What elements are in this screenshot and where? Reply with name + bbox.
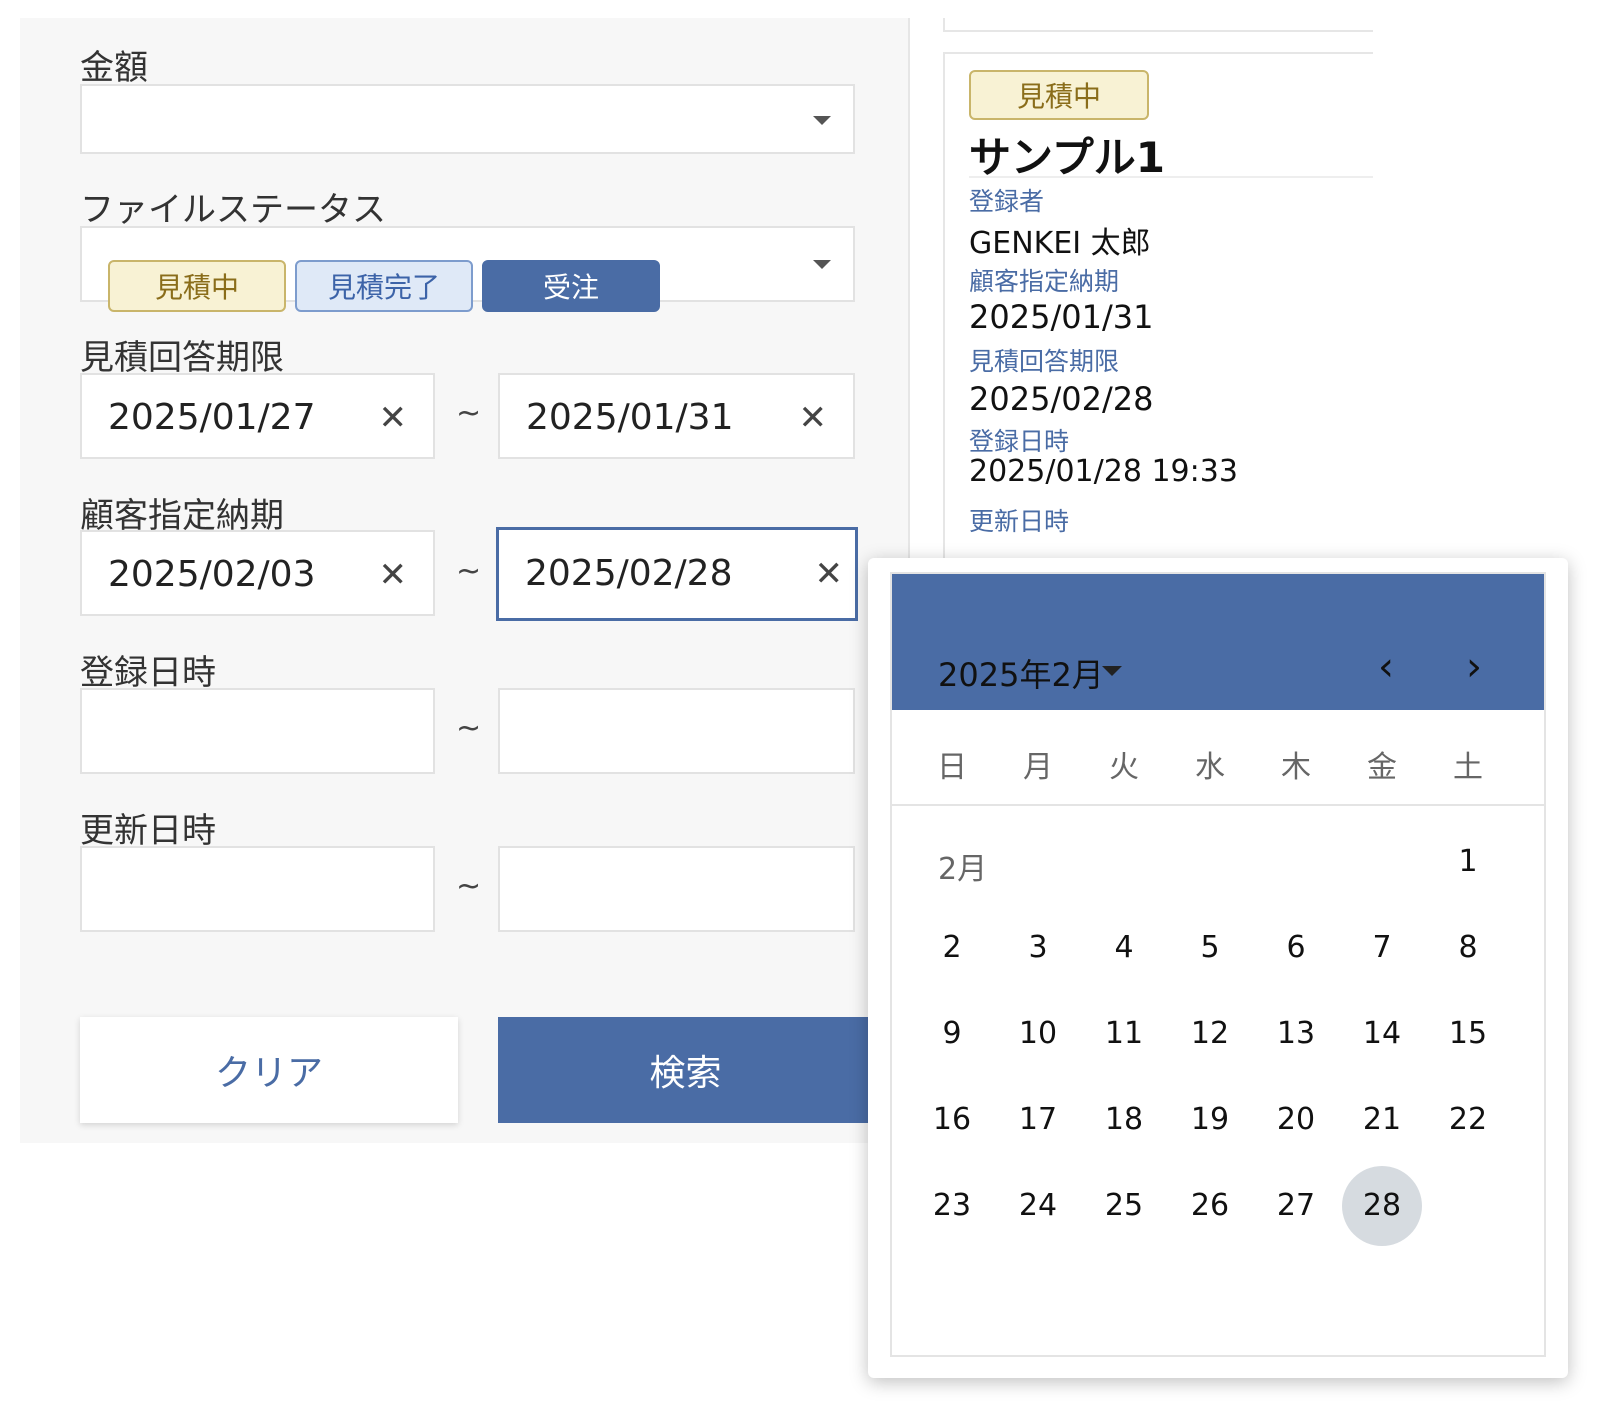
customer-due-detail-value: 2025/01/31 — [969, 298, 1154, 336]
chevron-down-icon — [813, 116, 831, 125]
day-cell[interactable]: 4 — [1084, 908, 1164, 988]
date-picker-header: 2025年2月 ‹ › — [892, 574, 1544, 710]
status-chip-estimate-done[interactable]: 見積完了 — [295, 260, 473, 312]
weekday-label: 月 — [1023, 750, 1053, 785]
registered-at-from-input[interactable] — [80, 688, 435, 774]
quote-deadline-to-input[interactable]: 2025/01/31 ✕ — [498, 373, 855, 459]
status-chip-estimating[interactable]: 見積中 — [108, 260, 286, 312]
day-cell[interactable]: 8 — [1428, 908, 1508, 988]
day-cell[interactable]: 7 — [1342, 908, 1422, 988]
day-cell[interactable]: 26 — [1170, 1166, 1250, 1246]
divider — [892, 804, 1544, 806]
divider — [969, 176, 1373, 178]
day-cell[interactable]: 3 — [998, 908, 1078, 988]
clear-icon[interactable]: ✕ — [799, 375, 828, 461]
result-card[interactable]: 見積中 サンプル1 登録者 GENKEI 太郎 顧客指定納期 2025/01/3… — [943, 52, 1373, 584]
updated-at-label: 更新日時 — [80, 811, 216, 851]
registered-at-to-input[interactable] — [498, 688, 855, 774]
chevron-down-icon[interactable] — [1102, 666, 1122, 676]
range-separator: ~ — [456, 711, 482, 746]
clear-icon[interactable]: ✕ — [815, 530, 844, 618]
day-cell[interactable]: 9 — [912, 994, 992, 1074]
day-cell[interactable]: 18 — [1084, 1080, 1164, 1160]
day-cell[interactable]: 19 — [1170, 1080, 1250, 1160]
day-cell[interactable]: 25 — [1084, 1166, 1164, 1246]
day-cell[interactable]: 15 — [1428, 994, 1508, 1074]
day-cell[interactable]: 2 — [912, 908, 992, 988]
customer-due-detail-label: 顧客指定納期 — [969, 267, 1120, 296]
file-status-label: ファイルステータス — [80, 190, 386, 230]
date-picker-body: 2025年2月 ‹ › 日月火水木金土 2月 1 2 3 4 5 6 7 8 9 10 11 12 13… — [890, 572, 1546, 1357]
amount-select[interactable] — [80, 84, 855, 154]
status-chip-order[interactable]: 受注 — [482, 260, 660, 312]
day-cell[interactable]: 17 — [998, 1080, 1078, 1160]
panel-divider — [908, 18, 910, 578]
day-cell[interactable]: 1 — [1428, 822, 1508, 902]
amount-label: 金額 — [80, 48, 148, 88]
weekday-label: 金 — [1367, 750, 1397, 785]
registered-at-label: 登録日時 — [80, 653, 216, 693]
registered-at-detail-value: 2025/01/28 19:33 — [969, 454, 1238, 489]
weekday-label: 木 — [1281, 750, 1311, 785]
customer-due-from-value: 2025/02/03 — [108, 554, 316, 595]
day-cell[interactable]: 6 — [1256, 908, 1336, 988]
weekday-label: 火 — [1109, 750, 1139, 785]
quote-deadline-detail-label: 見積回答期限 — [969, 347, 1120, 376]
month-year-selector[interactable]: 2025年2月 — [938, 650, 1104, 696]
range-separator: ~ — [456, 396, 482, 431]
quote-deadline-to-value: 2025/01/31 — [526, 397, 734, 438]
clear-button[interactable]: クリア — [80, 1017, 458, 1123]
day-cell[interactable]: 16 — [912, 1080, 992, 1160]
weekday-label: 日 — [937, 750, 967, 785]
day-cell[interactable]: 22 — [1428, 1080, 1508, 1160]
clear-icon[interactable]: ✕ — [379, 375, 408, 461]
clear-icon[interactable]: ✕ — [379, 532, 408, 618]
quote-deadline-from-value: 2025/01/27 — [108, 397, 316, 438]
day-cell[interactable]: 13 — [1256, 994, 1336, 1074]
customer-due-to-input[interactable]: 2025/02/28 ✕ — [496, 527, 858, 621]
day-cell[interactable]: 14 — [1342, 994, 1422, 1074]
chevron-left-icon[interactable]: ‹ — [1378, 644, 1394, 690]
chevron-down-icon — [813, 260, 831, 269]
day-cell[interactable]: 11 — [1084, 994, 1164, 1074]
updated-at-detail-label: 更新日時 — [969, 507, 1070, 536]
updated-at-from-input[interactable] — [80, 846, 435, 932]
search-button[interactable]: 検索 — [498, 1017, 873, 1123]
day-cell[interactable]: 10 — [998, 994, 1078, 1074]
day-cell[interactable]: 20 — [1256, 1080, 1336, 1160]
chevron-right-icon[interactable]: › — [1466, 644, 1482, 690]
quote-deadline-detail-value: 2025/02/28 — [969, 380, 1154, 418]
search-filter-panel: 金額 ファイルステータス 見積中 見積完了 受注 見積回答期限 2025/01/… — [20, 18, 910, 1143]
quote-deadline-label: 見積回答期限 — [80, 338, 284, 378]
registrant-value: GENKEI 太郎 — [969, 226, 1151, 261]
previous-card-edge — [943, 18, 1373, 32]
day-cell[interactable]: 27 — [1256, 1166, 1336, 1246]
date-picker-popup[interactable]: 2025年2月 ‹ › 日月火水木金土 2月 1 2 3 4 5 6 7 8 9 10 11 12 13… — [868, 558, 1568, 1378]
customer-due-to-value: 2025/02/28 — [525, 553, 733, 594]
updated-at-to-input[interactable] — [498, 846, 855, 932]
day-cell[interactable]: 12 — [1170, 994, 1250, 1074]
range-separator: ~ — [456, 869, 482, 904]
quote-deadline-from-input[interactable]: 2025/01/27 ✕ — [80, 373, 435, 459]
customer-due-from-input[interactable]: 2025/02/03 ✕ — [80, 530, 435, 616]
day-cell[interactable]: 5 — [1170, 908, 1250, 988]
status-badge: 見積中 — [969, 70, 1149, 120]
month-caption: 2月 — [938, 852, 988, 887]
day-cell[interactable]: 23 — [912, 1166, 992, 1246]
registrant-label: 登録者 — [969, 187, 1045, 216]
day-cell[interactable]: 24 — [998, 1166, 1078, 1246]
range-separator: ~ — [456, 554, 482, 589]
weekday-label: 水 — [1195, 750, 1225, 785]
weekday-label: 土 — [1453, 750, 1483, 785]
registered-at-detail-label: 登録日時 — [969, 427, 1070, 456]
day-cell-selected[interactable]: 28 — [1342, 1166, 1422, 1246]
day-cell[interactable]: 21 — [1342, 1080, 1422, 1160]
